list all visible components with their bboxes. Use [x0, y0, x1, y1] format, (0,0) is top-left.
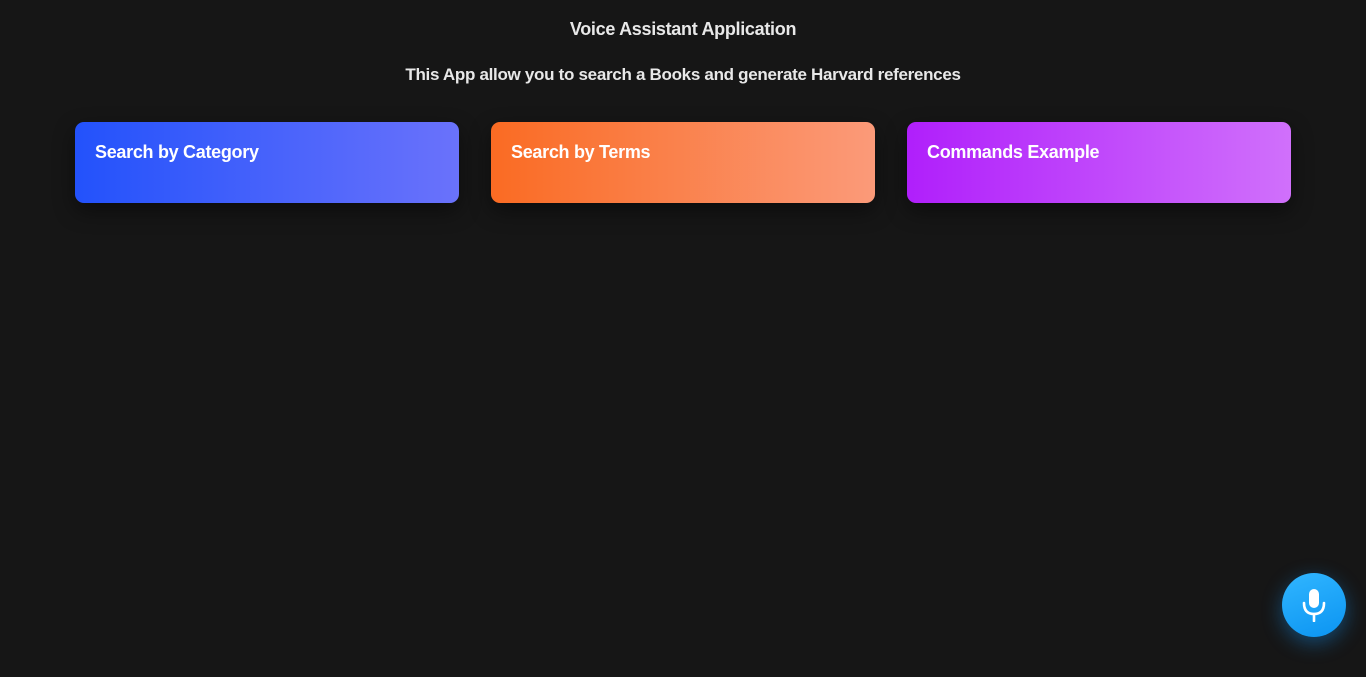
page-subtitle: This App allow you to search a Books and… [405, 65, 961, 84]
voice-mic-button[interactable] [1282, 573, 1346, 637]
card-row: Search by Category Search by Terms Comma… [75, 122, 1291, 203]
search-by-terms-card[interactable]: Search by Terms [491, 122, 875, 203]
app-page: Voice Assistant Application This App all… [0, 0, 1366, 677]
card-label-category: Search by Category [95, 142, 259, 162]
commands-example-card[interactable]: Commands Example [907, 122, 1291, 203]
page-title: Voice Assistant Application [569, 19, 797, 39]
microphone-icon [1301, 588, 1327, 622]
card-label-terms: Search by Terms [511, 142, 651, 162]
card-label-commands: Commands Example [927, 142, 1100, 162]
search-by-category-card[interactable]: Search by Category [75, 122, 459, 203]
